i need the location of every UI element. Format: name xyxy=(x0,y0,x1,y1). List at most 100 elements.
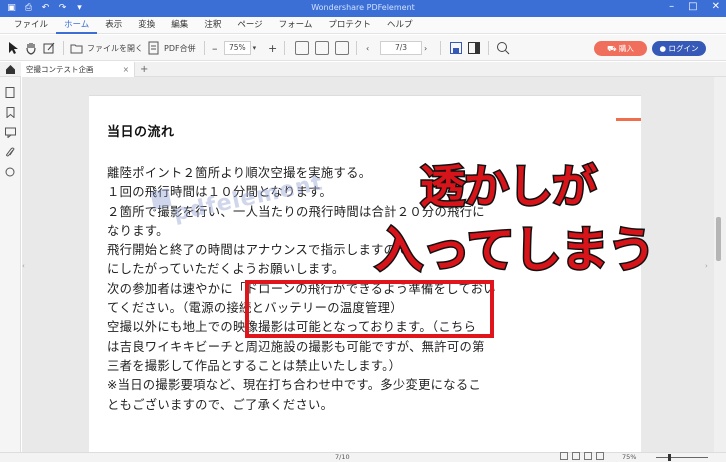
comment-icon[interactable] xyxy=(5,127,16,138)
toolbar-divider xyxy=(488,41,489,55)
search-icon xyxy=(497,42,510,55)
annotation-line-2: 入ってしまう xyxy=(374,221,658,280)
menu-view[interactable]: 表示 xyxy=(97,17,130,34)
hand-tool-button[interactable] xyxy=(24,40,38,56)
chevron-down-icon: ▾ xyxy=(252,44,257,52)
grid-view-icon[interactable] xyxy=(584,452,592,460)
toolbar: ファイルを開く PDF合併 – 75% ▾ + ‹ 7/3 › ⛟ 購入 ● ロ… xyxy=(0,35,726,61)
document-line: ともございますので、ご了承ください。 xyxy=(107,397,334,412)
zoom-out-button[interactable]: – xyxy=(212,40,218,56)
view-mode-icons xyxy=(560,452,604,460)
search-panel-icon[interactable] xyxy=(5,167,16,178)
status-page: 7/10 xyxy=(335,453,350,461)
edit-tool-button[interactable] xyxy=(42,40,56,56)
close-tab-icon[interactable]: × xyxy=(123,62,129,77)
bookmark-icon[interactable] xyxy=(5,107,16,118)
chevron-right-icon: › xyxy=(424,43,428,53)
close-icon[interactable]: ✕ xyxy=(712,1,720,12)
search-button[interactable] xyxy=(496,40,510,56)
collapse-left-icon[interactable]: ‹ xyxy=(22,262,25,270)
menu-file[interactable]: ファイル xyxy=(6,17,56,34)
menu-comment[interactable]: 注釈 xyxy=(196,17,229,34)
cart-icon: ⛟ xyxy=(607,44,619,53)
thumbnails-icon[interactable] xyxy=(5,87,16,98)
vertical-scrollbar[interactable] xyxy=(714,77,726,452)
actual-size-icon xyxy=(335,41,349,55)
menu-form[interactable]: フォーム xyxy=(271,17,321,34)
scrollbar-thumb[interactable] xyxy=(716,217,721,261)
toolbar-divider xyxy=(63,41,64,55)
watermark-logo-icon xyxy=(150,188,172,210)
zoom-slider-knob[interactable] xyxy=(668,454,671,461)
hand-icon xyxy=(26,43,36,55)
document-heading: 当日の流れ xyxy=(107,125,175,140)
zoom-value: 75% xyxy=(224,41,251,55)
chevron-left-icon: ‹ xyxy=(366,43,370,53)
title-bar: ▣ ⎙ ↶ ↷ ▾ Wondershare PDFelement – □ ✕ xyxy=(0,0,726,17)
open-file-button[interactable]: ファイルを開く xyxy=(70,40,143,56)
home-icon[interactable] xyxy=(5,64,16,75)
attachment-icon[interactable] xyxy=(5,147,16,158)
buy-label: 購入 xyxy=(618,44,634,53)
new-tab-button[interactable]: + xyxy=(140,62,148,77)
highlight-box xyxy=(245,280,494,338)
login-label: ログイン xyxy=(668,44,699,53)
menu-protect[interactable]: プロテクト xyxy=(320,17,379,34)
status-zoom: 75% xyxy=(622,453,637,461)
menu-home[interactable]: ホーム xyxy=(56,17,98,34)
zoom-in-button[interactable]: + xyxy=(268,40,277,56)
document-line: 三者を撮影して作品とすることは禁止いたします。） xyxy=(107,358,402,373)
toolbar-divider xyxy=(356,41,357,55)
select-tool-button[interactable] xyxy=(6,40,20,56)
collapse-right-icon[interactable]: › xyxy=(705,262,708,270)
zoom-slider[interactable] xyxy=(656,454,708,461)
folder-icon xyxy=(70,44,83,54)
two-page-view-button[interactable] xyxy=(467,40,481,56)
document-tab[interactable]: 空撮コンテスト企画 × xyxy=(21,62,135,77)
window-controls: – □ ✕ xyxy=(669,1,720,12)
page-input[interactable]: 7/3 xyxy=(380,40,422,56)
toolbar-divider xyxy=(440,41,441,55)
fit-width-icon xyxy=(295,41,309,55)
single-page-view-button[interactable] xyxy=(449,40,463,56)
page-value: 7/3 xyxy=(380,41,422,55)
tab-strip: 空撮コンテスト企画 × + xyxy=(0,62,726,77)
left-sidebar xyxy=(0,77,21,462)
pdf-merge-button[interactable]: PDF合併 xyxy=(147,40,196,56)
annotation-line-1: 透かしが xyxy=(418,159,598,215)
single-view-icon[interactable] xyxy=(560,452,568,460)
minimize-icon[interactable]: – xyxy=(669,1,674,12)
cursor-icon xyxy=(9,42,18,54)
menu-bar: ファイル ホーム 表示 変換 編集 注釈 ページ フォーム プロテクト ヘルプ xyxy=(0,17,726,34)
menu-edit[interactable]: 編集 xyxy=(163,17,196,34)
document-logo xyxy=(616,118,641,121)
menu-convert[interactable]: 変換 xyxy=(130,17,163,34)
prev-page-button[interactable]: ‹ xyxy=(366,40,369,56)
toolbar-divider xyxy=(284,41,285,55)
edit-icon xyxy=(43,42,55,54)
continuous-view-icon[interactable] xyxy=(572,452,580,460)
maximize-icon[interactable]: □ xyxy=(688,1,697,12)
login-button[interactable]: ● ログイン xyxy=(652,41,706,56)
fit-width-button[interactable] xyxy=(295,40,309,56)
menu-page[interactable]: ページ xyxy=(229,17,270,34)
two-page-icon xyxy=(468,42,480,54)
fullscreen-icon[interactable] xyxy=(596,452,604,460)
document-tab-label: 空撮コンテスト企画 xyxy=(26,65,94,74)
fit-page-button[interactable] xyxy=(315,40,329,56)
actual-size-button[interactable] xyxy=(335,40,349,56)
single-page-icon xyxy=(450,42,462,54)
status-bar: 7/10 75% xyxy=(0,452,726,462)
zoom-select[interactable]: 75% ▾ xyxy=(224,40,256,56)
next-page-button[interactable]: › xyxy=(424,40,427,56)
menu-help[interactable]: ヘルプ xyxy=(379,17,421,34)
window-title: Wondershare PDFelement xyxy=(311,3,415,12)
fit-page-icon xyxy=(315,41,329,55)
merge-icon xyxy=(148,41,159,55)
document-line: は吉良ワイキキビーチと周辺施設の撮影も可能ですが、無許可の第 xyxy=(107,339,485,354)
document-line: ※当日の撮影要項など、現在打ち合わせ中です。多少変更になるこ xyxy=(107,378,482,393)
buy-button[interactable]: ⛟ 購入 xyxy=(594,41,647,56)
open-file-label: ファイルを開く xyxy=(87,43,143,53)
toolbar-divider xyxy=(204,41,205,55)
pdf-merge-label: PDF合併 xyxy=(164,43,196,53)
